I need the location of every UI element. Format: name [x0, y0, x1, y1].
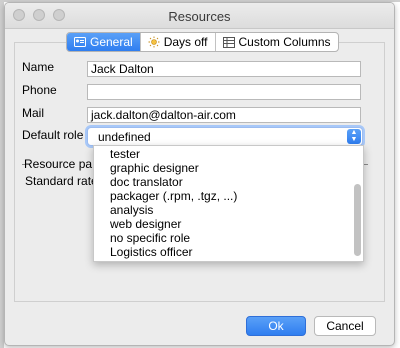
default-role-value: undefined	[98, 130, 151, 144]
tab-bar: General Days off Custom Columns	[66, 32, 339, 52]
phone-label: Phone	[22, 83, 57, 97]
role-option[interactable]: tester	[110, 147, 140, 161]
tab-custom-columns[interactable]: Custom Columns	[214, 33, 338, 51]
resources-dialog: Resources General Days off Custom Column…	[4, 2, 395, 346]
role-option[interactable]: packager (.rpm, .tgz, ...)	[110, 189, 237, 203]
mail-label: Mail	[22, 106, 45, 120]
default-role-label: Default role	[22, 128, 84, 142]
sun-icon	[148, 36, 160, 48]
tab-days-off[interactable]: Days off	[139, 33, 215, 51]
phone-field[interactable]	[87, 84, 361, 100]
role-dropdown-list[interactable]: tester graphic designer doc translator p…	[93, 145, 364, 262]
tab-general[interactable]: General	[67, 33, 140, 51]
tab-days-off-label: Days off	[163, 35, 208, 49]
ok-button[interactable]: Ok	[246, 316, 306, 336]
general-tab-icon	[74, 37, 86, 47]
standard-rate-label: Standard rate	[25, 174, 98, 188]
default-role-select[interactable]: undefined ▲ ▼	[87, 127, 363, 146]
dropdown-scrollbar[interactable]	[354, 184, 361, 256]
resource-pay-label: Resource pa	[24, 157, 93, 171]
title-bar: Resources	[5, 3, 394, 29]
table-icon	[222, 36, 235, 48]
cancel-button[interactable]: Cancel	[314, 316, 376, 336]
role-option[interactable]: Logistics officer	[110, 245, 192, 259]
mail-field[interactable]: jack.dalton@dalton-air.com	[87, 107, 361, 123]
select-arrows-icon: ▲ ▼	[347, 129, 361, 144]
name-label: Name	[22, 60, 55, 74]
role-option[interactable]: graphic designer	[110, 161, 199, 175]
role-option[interactable]: web designer	[110, 217, 181, 231]
role-option[interactable]: no specific role	[110, 231, 190, 245]
window-title: Resources	[168, 9, 231, 24]
role-option[interactable]: analysis	[110, 203, 153, 217]
tab-general-label: General	[90, 35, 133, 49]
name-field[interactable]: Jack Dalton	[87, 61, 361, 77]
tab-custom-columns-label: Custom Columns	[238, 35, 331, 49]
role-option[interactable]: doc translator	[110, 175, 183, 189]
